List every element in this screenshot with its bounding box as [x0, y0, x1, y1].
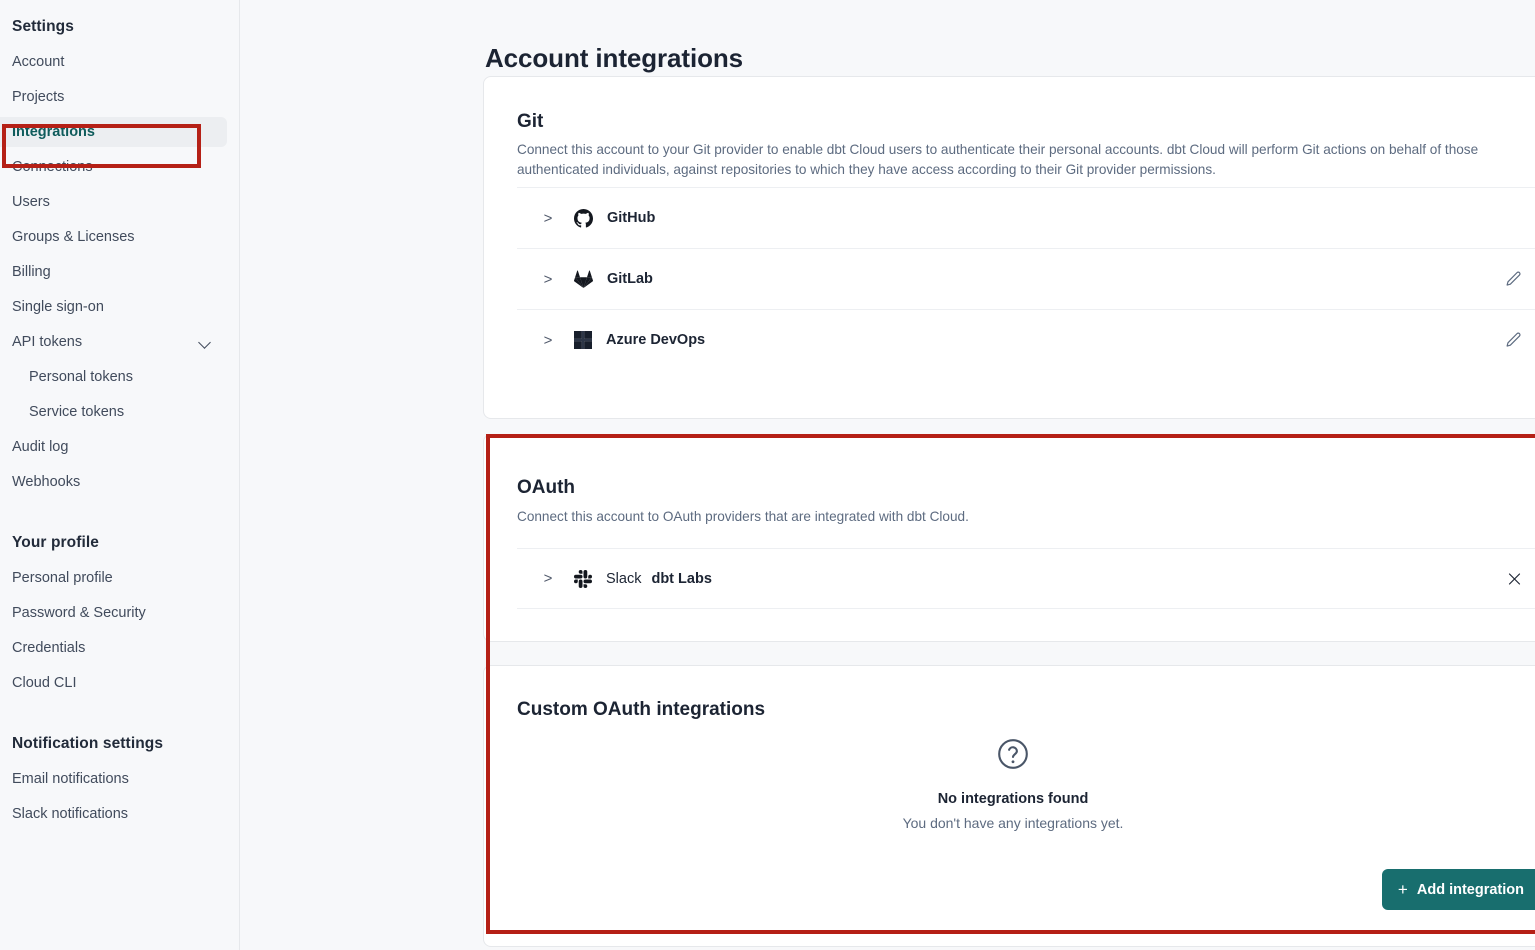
sidebar-item-password-security[interactable]: Password & Security: [0, 598, 227, 628]
chevron-right-icon[interactable]: >: [539, 332, 557, 349]
github-icon: [574, 209, 593, 228]
sidebar-item-label: Users: [12, 194, 50, 210]
oauth-provider-name: Slack: [606, 571, 641, 587]
sidebar-item-personal-tokens[interactable]: Personal tokens: [0, 362, 227, 392]
page-title: Account integrations: [483, 29, 743, 74]
git-provider-row-gitlab[interactable]: > GitLab: [517, 248, 1535, 309]
sidebar-item-users[interactable]: Users: [0, 187, 227, 217]
sidebar-item-connections[interactable]: Connections: [0, 152, 227, 182]
sidebar-item-label: Integrations: [12, 124, 95, 140]
sidebar-item-account[interactable]: Account: [0, 47, 227, 77]
gitlab-icon: [574, 270, 593, 289]
oauth-provider-list: > Slack dbt Labs: [517, 548, 1535, 609]
sidebar-item-label: Account: [12, 54, 64, 70]
close-x-icon[interactable]: [1507, 571, 1522, 586]
plus-icon: +: [1398, 881, 1408, 898]
sidebar-item-service-tokens[interactable]: Service tokens: [0, 397, 227, 427]
sidebar-item-label: Audit log: [12, 439, 68, 455]
chevron-right-icon[interactable]: >: [539, 570, 557, 587]
question-circle-icon: [995, 736, 1031, 777]
oauth-card: OAuth Connect this account to OAuth prov…: [483, 434, 1535, 642]
git-card: Git Connect this account to your Git pro…: [483, 76, 1535, 419]
sidebar-item-personal-profile[interactable]: Personal profile: [0, 563, 227, 593]
slack-icon: [574, 570, 592, 588]
empty-state-subtitle: You don't have any integrations yet.: [903, 815, 1124, 831]
oauth-provider-row-slack[interactable]: > Slack dbt Labs: [517, 548, 1535, 609]
sidebar-item-integrations[interactable]: Integrations: [0, 117, 227, 147]
sidebar-item-slack-notifications[interactable]: Slack notifications: [0, 799, 227, 829]
sidebar-item-webhooks[interactable]: Webhooks: [0, 467, 227, 497]
git-provider-row-azure-devops[interactable]: > Azure DevOps: [517, 309, 1535, 370]
empty-state: No integrations found You don't have any…: [484, 736, 1535, 831]
sidebar-item-label: Cloud CLI: [12, 675, 76, 691]
git-heading: Git: [517, 111, 543, 133]
chevron-right-icon[interactable]: >: [539, 271, 557, 288]
sidebar-item-single-sign-on[interactable]: Single sign-on: [0, 292, 227, 322]
sidebar-item-audit-log[interactable]: Audit log: [0, 432, 227, 462]
sidebar-item-label: Single sign-on: [12, 299, 104, 315]
sidebar-section-your-profile: Your profile: [0, 516, 239, 558]
sidebar-item-cloud-cli[interactable]: Cloud CLI: [0, 668, 227, 698]
azure-devops-icon: [574, 331, 592, 349]
sidebar-item-groups-licenses[interactable]: Groups & Licenses: [0, 222, 227, 252]
git-description: Connect this account to your Git provide…: [517, 140, 1535, 181]
chevron-right-icon[interactable]: >: [539, 210, 557, 227]
sidebar-item-label: Billing: [12, 264, 51, 280]
sidebar-item-label: Email notifications: [12, 771, 129, 787]
sidebar-item-label: Personal profile: [12, 570, 113, 586]
git-provider-name: Azure DevOps: [606, 332, 705, 348]
sidebar-item-label: Slack notifications: [12, 806, 128, 822]
oauth-provider-detail: dbt Labs: [651, 571, 711, 587]
oauth-heading: OAuth: [517, 477, 575, 499]
sidebar-item-label: Groups & Licenses: [12, 229, 135, 245]
git-provider-list: > GitHub >: [517, 187, 1535, 370]
sidebar-item-label: API tokens: [12, 334, 82, 350]
sidebar-item-email-notifications[interactable]: Email notifications: [0, 764, 227, 794]
sidebar-title: Settings: [0, 0, 239, 42]
sidebar-item-credentials[interactable]: Credentials: [0, 633, 227, 663]
custom-oauth-card: Custom OAuth integrations No integration…: [483, 665, 1535, 947]
git-provider-name: GitLab: [607, 271, 653, 287]
sidebar-item-projects[interactable]: Projects: [0, 82, 227, 112]
sidebar-divider-gap-2: [0, 703, 239, 717]
edit-pencil-icon[interactable]: [1505, 332, 1522, 349]
git-provider-name: GitHub: [607, 210, 655, 226]
empty-state-title: No integrations found: [938, 791, 1089, 807]
app-root: Settings Account Projects Integrations C…: [0, 0, 1535, 950]
edit-pencil-icon[interactable]: [1505, 271, 1522, 288]
sidebar-item-api-tokens[interactable]: API tokens: [0, 327, 227, 357]
sidebar-divider-gap: [0, 502, 239, 516]
sidebar-item-label: Service tokens: [29, 404, 124, 420]
sidebar-item-label: Projects: [12, 89, 64, 105]
sidebar-item-label: Connections: [12, 159, 93, 175]
add-integration-button[interactable]: + Add integration: [1382, 869, 1535, 910]
sidebar-item-billing[interactable]: Billing: [0, 257, 227, 287]
sidebar-item-label: Password & Security: [12, 605, 146, 621]
oauth-description: Connect this account to OAuth providers …: [517, 507, 969, 527]
sidebar-section-notification-settings: Notification settings: [0, 717, 239, 759]
add-integration-button-label: Add integration: [1417, 882, 1524, 898]
custom-oauth-heading: Custom OAuth integrations: [517, 699, 765, 721]
sidebar-item-label: Personal tokens: [29, 369, 133, 385]
chevron-down-icon[interactable]: [199, 335, 213, 349]
settings-sidebar: Settings Account Projects Integrations C…: [0, 0, 240, 950]
sidebar-item-label: Credentials: [12, 640, 85, 656]
main-content: Account integrations Git Connect this ac…: [240, 0, 1535, 950]
git-provider-row-github[interactable]: > GitHub: [517, 187, 1535, 248]
sidebar-item-label: Webhooks: [12, 474, 80, 490]
